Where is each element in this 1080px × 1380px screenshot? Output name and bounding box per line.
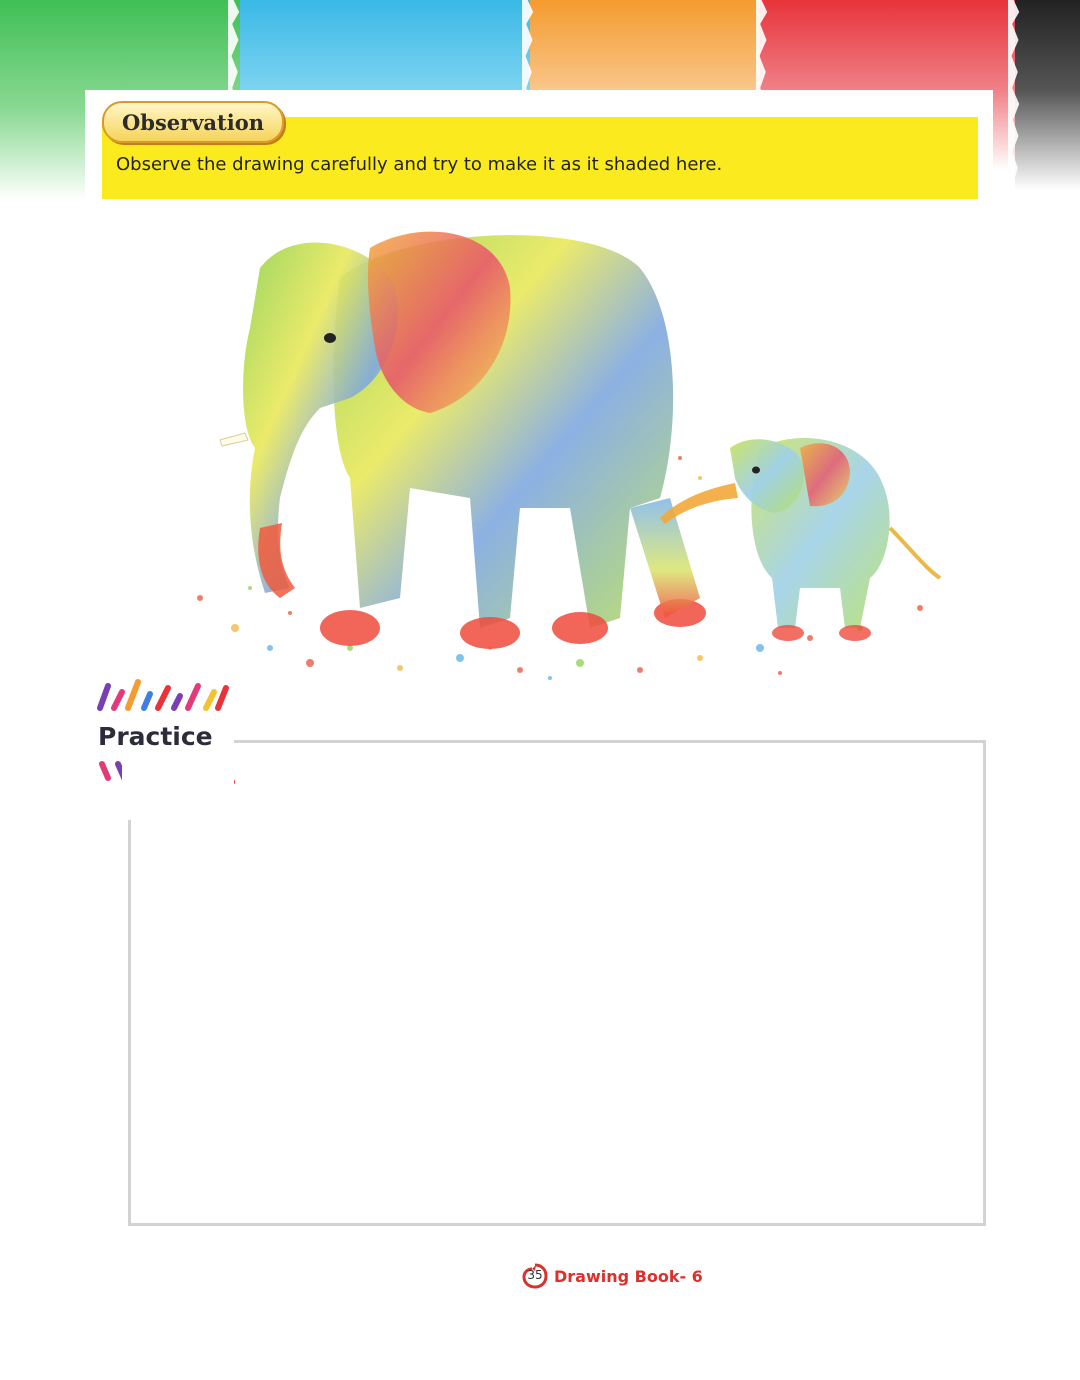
page-number-badge: 35 <box>522 1263 548 1289</box>
page-footer: 35 Drawing Book- 6 <box>522 1261 703 1291</box>
book-title: Drawing Book- 6 <box>554 1266 703 1286</box>
black-paper-strip <box>1015 0 1080 200</box>
page-number: 35 <box>527 1268 543 1282</box>
practice-drawing-area[interactable] <box>128 740 986 1226</box>
observation-instruction: Observe the drawing carefully and try to… <box>116 154 723 175</box>
elephant-watercolor-illustration <box>197 231 942 680</box>
observation-heading-badge: Observation <box>102 101 284 143</box>
observation-heading: Observation <box>122 109 264 135</box>
practice-heading: Practice <box>98 722 213 751</box>
